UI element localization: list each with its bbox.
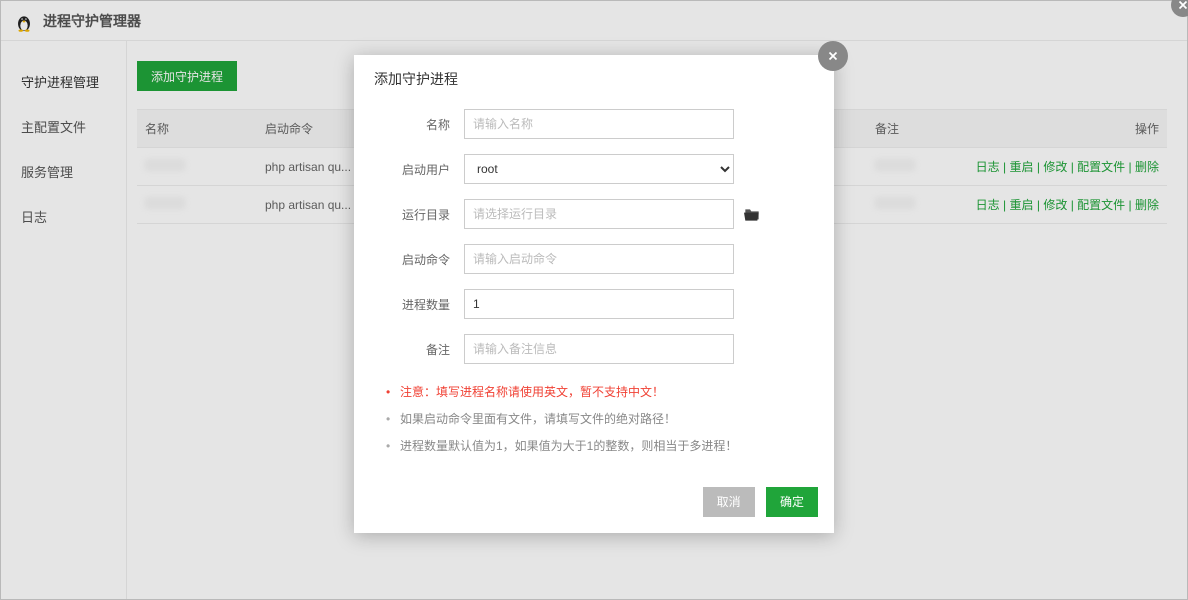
user-select[interactable]: root: [464, 154, 734, 184]
dir-input[interactable]: [464, 199, 734, 229]
cancel-button[interactable]: 取消: [703, 487, 755, 517]
label-remark: 备注: [374, 341, 464, 358]
label-name: 名称: [374, 116, 464, 133]
note-item: 进程数量默认值为1，如果值为大于1的整数，则相当于多进程！: [384, 433, 814, 460]
label-user: 启动用户: [374, 161, 464, 178]
ok-button[interactable]: 确定: [766, 487, 818, 517]
dialog-title: 添加守护进程: [354, 55, 834, 101]
label-cmd: 启动命令: [374, 251, 464, 268]
folder-icon[interactable]: [744, 207, 760, 221]
name-input[interactable]: [464, 109, 734, 139]
note-item: 如果启动命令里面有文件，请填写文件的绝对路径！: [384, 406, 814, 433]
label-dir: 运行目录: [374, 206, 464, 223]
notes: 注意：填写进程名称请使用英文，暂不支持中文！ 如果启动命令里面有文件，请填写文件…: [384, 379, 814, 461]
count-input[interactable]: [464, 289, 734, 319]
close-icon[interactable]: [818, 41, 848, 71]
remark-input[interactable]: [464, 334, 734, 364]
cmd-input[interactable]: [464, 244, 734, 274]
add-process-dialog: 添加守护进程 名称 启动用户 root 运行目录: [354, 55, 834, 533]
label-count: 进程数量: [374, 296, 464, 313]
note-item: 注意：填写进程名称请使用英文，暂不支持中文！: [384, 379, 814, 406]
